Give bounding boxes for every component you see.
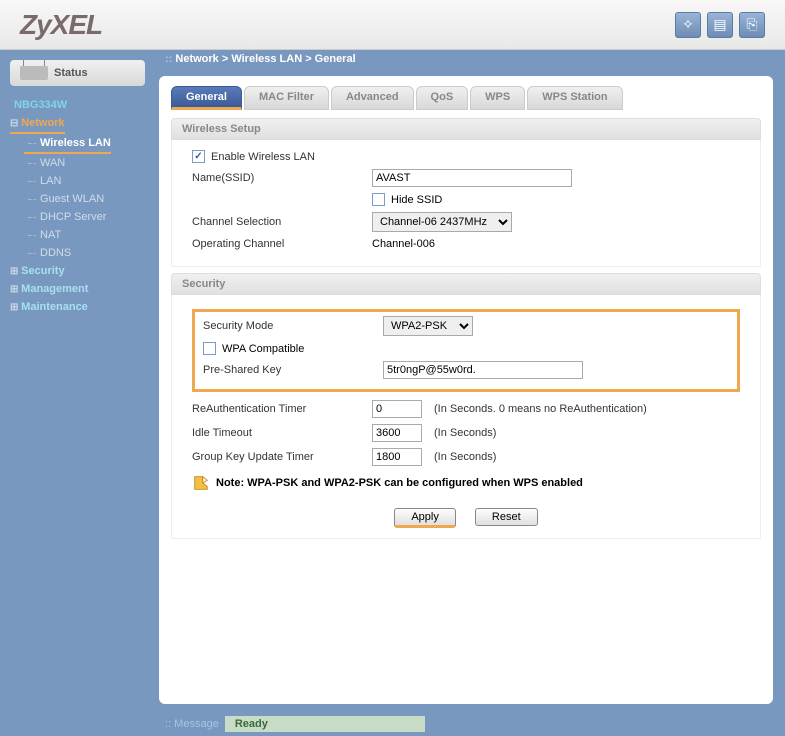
channel-sel-label: Channel Selection <box>192 216 372 228</box>
footer: Message Ready <box>155 712 785 736</box>
hide-ssid-checkbox[interactable] <box>372 193 385 206</box>
wpa-compat-checkbox[interactable] <box>203 342 216 355</box>
psk-label: Pre-Shared Key <box>203 364 383 376</box>
tab-advanced[interactable]: Advanced <box>331 86 414 110</box>
main: Network > Wireless LAN > General General… <box>155 50 785 736</box>
sidebar-item-lan[interactable]: LAN <box>24 172 145 190</box>
section-wireless-setup-header: Wireless Setup <box>171 118 761 140</box>
reauth-label: ReAuthentication Timer <box>192 403 372 415</box>
sidebar-device[interactable]: NBG334W <box>10 96 145 114</box>
idle-input[interactable] <box>372 424 422 442</box>
wizard-icon[interactable]: ✧ <box>675 12 701 38</box>
groupkey-input[interactable] <box>372 448 422 466</box>
sidebar-item-wireless-lan[interactable]: Wireless LAN <box>24 134 111 154</box>
apply-button[interactable]: Apply <box>394 508 456 528</box>
note-text: Note: WPA-PSK and WPA2-PSK can be config… <box>216 477 583 489</box>
tab-wps[interactable]: WPS <box>470 86 525 110</box>
status-box[interactable]: Status <box>10 60 145 86</box>
reset-button[interactable]: Reset <box>475 508 538 526</box>
section-security-header: Security <box>171 273 761 295</box>
note-row: Note: WPA-PSK and WPA2-PSK can be config… <box>192 474 740 492</box>
sidebar-network-sub: Wireless LAN WAN LAN Guest WLAN DHCP Ser… <box>10 134 145 262</box>
sidebar-item-wan[interactable]: WAN <box>24 154 145 172</box>
breadcrumb: Network > Wireless LAN > General <box>155 50 785 68</box>
wpa-compat-label: WPA Compatible <box>222 343 304 355</box>
footer-message: Ready <box>225 716 425 732</box>
tab-wps-station[interactable]: WPS Station <box>527 86 622 110</box>
footer-label: Message <box>165 718 219 730</box>
op-channel-label: Operating Channel <box>192 238 372 250</box>
router-icon <box>20 66 48 80</box>
groupkey-hint: (In Seconds) <box>434 451 496 463</box>
channel-select[interactable]: Channel-06 2437MHz <box>372 212 512 232</box>
sidebar-section-management[interactable]: Management <box>10 280 145 298</box>
security-mode-select[interactable]: WPA2-PSK <box>383 316 473 336</box>
groupkey-label: Group Key Update Timer <box>192 451 372 463</box>
sidebar-section-network[interactable]: Network <box>10 114 65 134</box>
security-highlight-box: Security Mode WPA2-PSK WPA Compatible Pr… <box>192 309 740 392</box>
sidebar-section-security[interactable]: Security <box>10 262 145 280</box>
sidebar-section-maintenance[interactable]: Maintenance <box>10 298 145 316</box>
hide-ssid-label: Hide SSID <box>391 194 442 206</box>
op-channel-value: Channel-006 <box>372 238 435 250</box>
idle-label: Idle Timeout <box>192 427 372 439</box>
psk-input[interactable] <box>383 361 583 379</box>
enable-wlan-checkbox[interactable] <box>192 150 205 163</box>
tab-qos[interactable]: QoS <box>416 86 469 110</box>
idle-hint: (In Seconds) <box>434 427 496 439</box>
tab-general[interactable]: General <box>171 86 242 110</box>
tabs: General MAC Filter Advanced QoS WPS WPS … <box>171 86 761 110</box>
logout-icon[interactable]: ⎘ <box>739 12 765 38</box>
ssid-label: Name(SSID) <box>192 172 372 184</box>
reauth-hint: (In Seconds. 0 means no ReAuthentication… <box>434 403 647 415</box>
tab-mac-filter[interactable]: MAC Filter <box>244 86 329 110</box>
header: ZyXEL ✧ ▤ ⎘ <box>0 0 785 50</box>
sidebar-item-ddns[interactable]: DDNS <box>24 244 145 262</box>
security-mode-label: Security Mode <box>203 320 383 332</box>
sidebar: Status NBG334W Network Wireless LAN WAN … <box>0 50 155 736</box>
doc-icon[interactable]: ▤ <box>707 12 733 38</box>
section-security-body: Security Mode WPA2-PSK WPA Compatible Pr… <box>171 295 761 539</box>
header-icons: ✧ ▤ ⎘ <box>675 12 765 38</box>
sidebar-item-dhcp[interactable]: DHCP Server <box>24 208 145 226</box>
sidebar-item-guest-wlan[interactable]: Guest WLAN <box>24 190 145 208</box>
enable-wlan-label: Enable Wireless LAN <box>211 151 315 163</box>
section-wireless-setup-body: Enable Wireless LAN Name(SSID) Hide SSID <box>171 140 761 267</box>
button-row: Apply Reset <box>192 508 740 528</box>
logo: ZyXEL <box>20 9 102 41</box>
status-label: Status <box>54 67 88 79</box>
ssid-input[interactable] <box>372 169 572 187</box>
reauth-input[interactable] <box>372 400 422 418</box>
sidebar-item-nat[interactable]: NAT <box>24 226 145 244</box>
note-icon <box>192 474 210 492</box>
